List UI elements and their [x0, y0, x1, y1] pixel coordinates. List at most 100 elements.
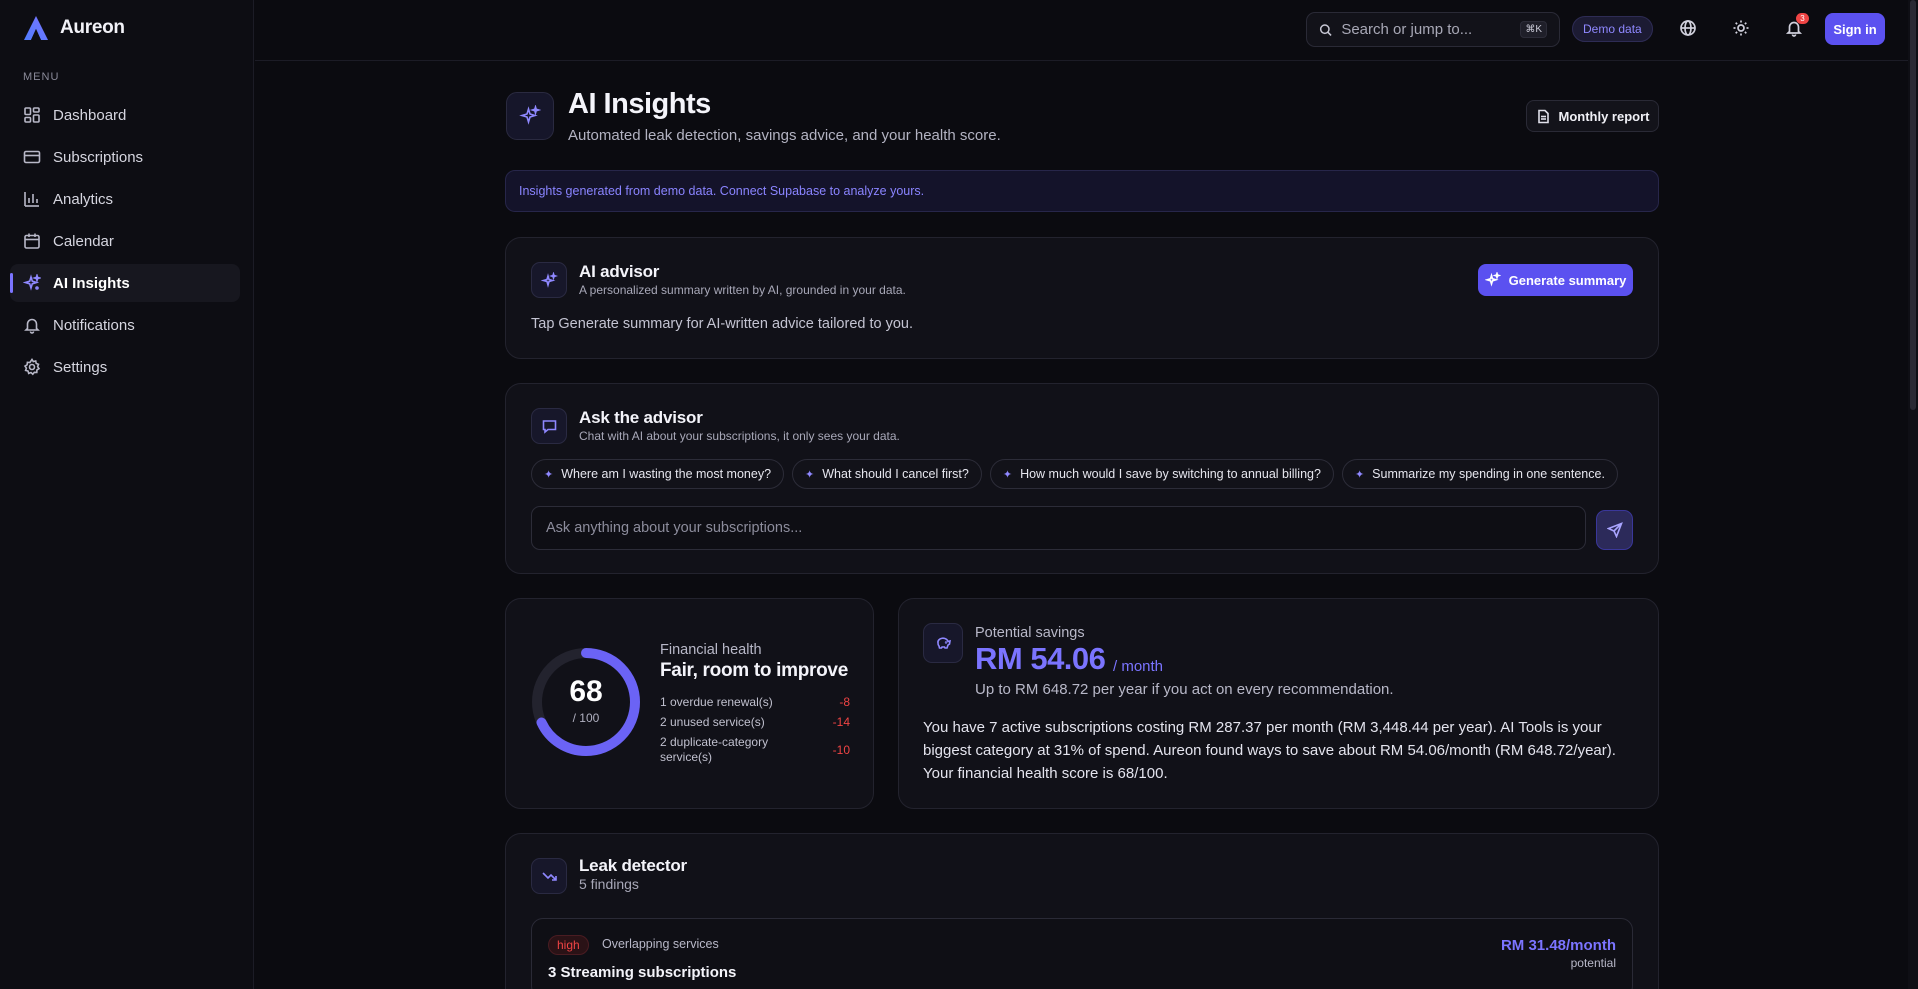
health-factor: 1 overdue renewal(s) -8 — [660, 695, 850, 710]
health-status: Fair, room to improve — [660, 660, 848, 681]
sparkles-icon — [519, 105, 541, 125]
suggestion-chip[interactable]: ✦ How much would I save by switching to a… — [989, 459, 1334, 489]
scrollbar-thumb[interactable] — [1910, 0, 1916, 410]
document-icon — [1537, 109, 1549, 123]
language-button[interactable] — [1677, 17, 1699, 39]
sun-icon — [1733, 20, 1749, 36]
theme-toggle-button[interactable] — [1730, 17, 1752, 39]
severity-badge: high — [548, 935, 589, 955]
sidebar-item-notifications[interactable]: Notifications — [10, 306, 240, 344]
monthly-report-button[interactable]: Monthly report — [1526, 100, 1659, 132]
sidebar-item-dashboard[interactable]: Dashboard — [10, 96, 240, 134]
sidebar-item-label: Notifications — [53, 316, 135, 334]
calendar-icon — [23, 232, 41, 250]
savings-unit: / month — [1113, 658, 1164, 675]
sidebar: Aureon MENU Dashboard Subscriptions Anal… — [0, 0, 254, 989]
sparkles-icon — [540, 271, 558, 288]
advisor-hint: Tap Generate summary for AI-written advi… — [531, 316, 914, 332]
suggestion-chips: ✦ Where am I wasting the most money? ✦ Wha… — [531, 459, 1618, 489]
demo-data-banner: Insights generated from demo data. Conne… — [505, 170, 1659, 212]
health-factor: 2 duplicate-category service(s) -10 — [660, 735, 850, 765]
suggestion-chip[interactable]: ✦ What should I cancel first? — [792, 459, 982, 489]
factor-text: 2 duplicate-category service(s) — [660, 735, 769, 764]
search-icon — [1319, 23, 1332, 36]
piggy-bank-icon-box — [923, 623, 963, 663]
advisor-subtitle: A personalized summary written by AI, gr… — [579, 283, 906, 297]
send-icon — [1606, 522, 1623, 538]
sidebar-item-label: Settings — [53, 358, 108, 376]
suggestion-chip[interactable]: ✦ Summarize my spending in one sentence. — [1341, 459, 1618, 489]
sparkles-icon — [1484, 272, 1501, 287]
chat-icon-box — [531, 408, 567, 444]
finding-title: 3 Streaming subscriptions — [548, 964, 737, 981]
ask-advisor-input[interactable] — [531, 506, 1586, 550]
page-subtitle: Automated leak detection, savings advice… — [568, 127, 1001, 144]
sidebar-item-subscriptions[interactable]: Subscriptions — [10, 138, 240, 176]
aureon-logo-icon — [24, 16, 48, 40]
sparkle-icon: ✦ — [805, 468, 815, 481]
suggestion-text: What should I cancel first? — [822, 467, 969, 481]
ai-advisor-card: AI advisor A personalized summary writte… — [505, 237, 1659, 359]
sidebar-item-analytics[interactable]: Analytics — [10, 180, 240, 218]
page-header: AI Insights Automated leak detection, sa… — [505, 88, 1659, 148]
leak-detector-card: Leak detector 5 findings high Overlappin… — [505, 833, 1659, 989]
search-shortcut: ⌘K — [1520, 21, 1547, 38]
factor-text: 1 overdue renewal(s) — [660, 695, 773, 709]
generate-summary-label: Generate summary — [1508, 272, 1627, 288]
demo-data-badge[interactable]: Demo data — [1572, 16, 1653, 42]
finding-amount: RM 31.48/month — [1500, 937, 1616, 954]
send-button[interactable] — [1596, 510, 1633, 550]
suggestion-text: Summarize my spending in one sentence. — [1372, 467, 1605, 481]
ask-advisor-title: Ask the advisor — [579, 408, 703, 427]
sidebar-item-label: Calendar — [53, 232, 114, 250]
topbar: ⌘K Demo data 3 Sign in — [255, 0, 1918, 61]
sidebar-item-settings[interactable]: Settings — [10, 348, 240, 386]
sidebar-item-label: Dashboard — [53, 106, 127, 124]
sidebar-item-label: AI Insights — [53, 274, 130, 292]
health-label: Financial health — [660, 642, 762, 658]
bar-chart-icon — [23, 190, 41, 208]
sparkle-icon: ✦ — [1354, 468, 1365, 481]
gear-icon — [23, 358, 41, 376]
suggestion-chip[interactable]: ✦ Where am I wasting the most money? — [531, 459, 785, 489]
savings-label: Potential savings — [975, 625, 1085, 641]
advisor-title: AI advisor — [579, 262, 660, 281]
suggestion-text: How much would I save by switching to an… — [1020, 467, 1321, 481]
sparkle-icon: ✦ — [1002, 468, 1013, 481]
ask-advisor-subtitle: Chat with AI about your subscriptions, i… — [579, 429, 900, 443]
card-icon — [23, 148, 41, 166]
menu-label: MENU — [23, 71, 60, 83]
sparkle-icon: ✦ — [544, 468, 554, 481]
bell-icon — [23, 316, 41, 334]
generate-summary-button[interactable]: Generate summary — [1478, 264, 1633, 296]
sidebar-nav: Dashboard Subscriptions Analytics Calend… — [10, 96, 240, 390]
grid-icon — [23, 106, 41, 124]
sign-in-button[interactable]: Sign in — [1825, 13, 1885, 45]
notifications-button[interactable]: 3 — [1783, 13, 1809, 39]
app-name: Aureon — [60, 17, 125, 38]
search-box[interactable]: ⌘K — [1306, 12, 1560, 47]
ask-advisor-card: Ask the advisor Chat with AI about your … — [505, 383, 1659, 574]
sidebar-item-ai-insights[interactable]: AI Insights — [10, 264, 240, 302]
advisor-icon-box — [531, 262, 567, 298]
trending-down-icon-box — [531, 858, 567, 894]
leak-finding[interactable]: high Overlapping services 3 Streaming su… — [531, 918, 1633, 989]
search-input[interactable] — [1341, 21, 1512, 38]
sidebar-item-calendar[interactable]: Calendar — [10, 222, 240, 260]
monthly-report-label: Monthly report — [1558, 108, 1650, 124]
page-title: AI Insights — [568, 88, 711, 120]
health-score: 68 — [569, 675, 603, 708]
factor-value: -8 — [839, 695, 850, 709]
potential-savings-card: Potential savings RM 54.06 / month Up to… — [898, 598, 1659, 809]
sidebar-item-label: Subscriptions — [53, 148, 144, 166]
chat-icon — [542, 419, 556, 434]
savings-summary: You have 7 active subscriptions costing … — [923, 719, 1616, 782]
factor-value: -14 — [832, 715, 850, 729]
trending-down-icon — [541, 871, 557, 881]
finding-note: potential — [1570, 956, 1616, 970]
brand[interactable]: Aureon — [22, 14, 125, 42]
finding-category: Overlapping services — [602, 937, 719, 951]
factor-value: -10 — [832, 743, 850, 757]
piggy-bank-icon — [936, 636, 951, 649]
sidebar-item-label: Analytics — [53, 190, 114, 208]
